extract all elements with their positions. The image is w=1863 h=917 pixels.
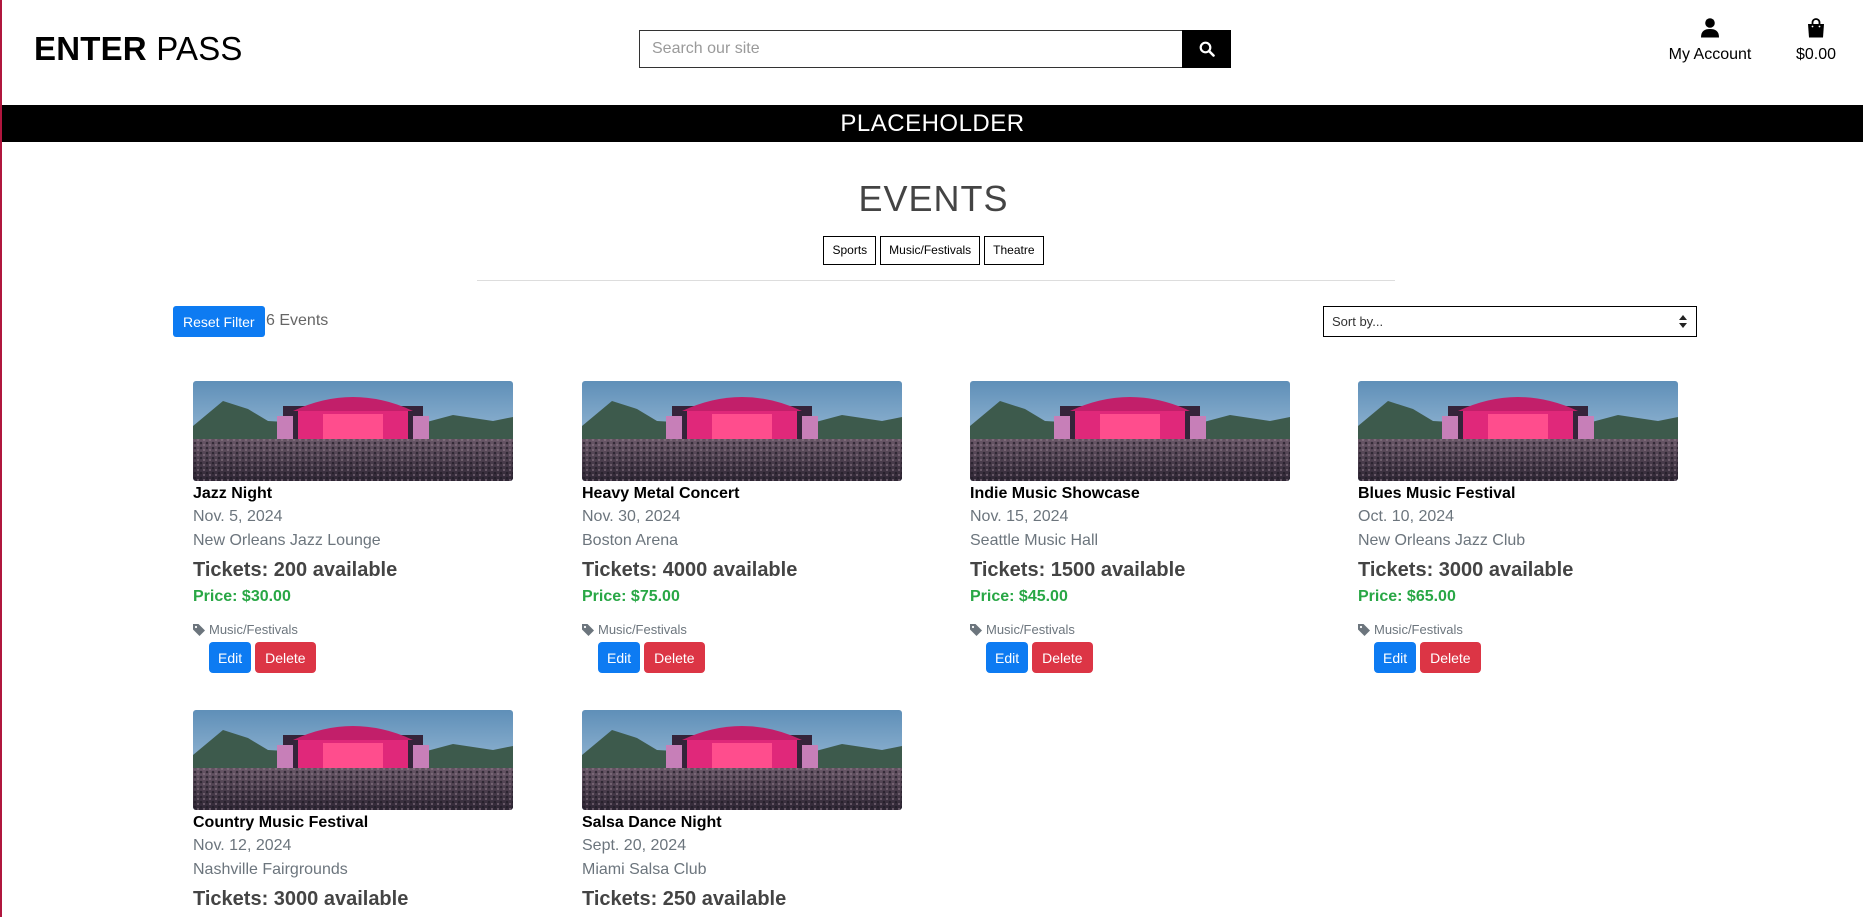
- event-category-label: Music/Festivals: [986, 622, 1075, 637]
- event-date: Nov. 15, 2024: [970, 508, 1069, 525]
- search-button[interactable]: [1182, 30, 1231, 68]
- event-name[interactable]: Indie Music Showcase: [970, 483, 1290, 505]
- event-category-label: Music/Festivals: [598, 622, 687, 637]
- event-tickets: Tickets: 250 available: [582, 888, 787, 910]
- event-tickets: Tickets: 4000 available: [582, 559, 798, 581]
- event-date: Nov. 30, 2024: [582, 508, 681, 525]
- search-bar: [639, 30, 1231, 68]
- tag-icon: [193, 624, 205, 636]
- category-filters: Sports Music/Festivals Theatre: [2, 236, 1863, 265]
- event-card: Salsa Dance Night Sept. 20, 2024 Miami S…: [582, 710, 902, 914]
- search-input[interactable]: [639, 30, 1182, 68]
- event-image[interactable]: [193, 710, 513, 810]
- sort-select-value: Sort by...: [1332, 314, 1384, 329]
- event-count: 6 Events: [266, 312, 329, 329]
- event-category-label: Music/Festivals: [209, 622, 298, 637]
- event-category[interactable]: Music/Festivals: [970, 622, 1290, 638]
- event-image[interactable]: [193, 381, 513, 481]
- user-icon: [1701, 18, 1719, 38]
- event-card: Country Music Festival Nov. 12, 2024 Nas…: [193, 710, 513, 914]
- event-actions: Edit Delete: [986, 642, 1290, 673]
- edit-button[interactable]: Edit: [1374, 642, 1417, 673]
- event-image[interactable]: [970, 381, 1290, 481]
- event-price: Price: $30.00: [193, 588, 291, 605]
- event-category-label: Music/Festivals: [1374, 622, 1463, 637]
- delete-button[interactable]: Delete: [644, 642, 705, 673]
- tag-icon: [1358, 624, 1370, 636]
- logo-light: PASS: [156, 30, 243, 67]
- shopping-bag-icon: [1808, 18, 1824, 38]
- delete-button[interactable]: Delete: [1032, 642, 1093, 673]
- event-venue: Nashville Fairgrounds: [193, 861, 348, 878]
- category-button-music-festivals[interactable]: Music/Festivals: [880, 236, 981, 265]
- event-tickets: Tickets: 1500 available: [970, 559, 1186, 581]
- event-name[interactable]: Salsa Dance Night: [582, 812, 902, 834]
- event-venue: New Orleans Jazz Lounge: [193, 532, 381, 549]
- cart-link[interactable]: $0.00: [1787, 18, 1845, 64]
- edit-button[interactable]: Edit: [986, 642, 1029, 673]
- event-price: Price: $75.00: [582, 588, 680, 605]
- event-card: Jazz Night Nov. 5, 2024 New Orleans Jazz…: [193, 381, 513, 673]
- event-price: Price: $45.00: [970, 588, 1068, 605]
- event-date: Oct. 10, 2024: [1358, 508, 1455, 525]
- event-venue: Boston Arena: [582, 532, 679, 549]
- event-price: Price: $65.00: [1358, 588, 1456, 605]
- event-date: Sept. 20, 2024: [582, 837, 687, 854]
- edit-button[interactable]: Edit: [209, 642, 252, 673]
- search-icon: [1199, 41, 1215, 57]
- event-card: Heavy Metal Concert Nov. 30, 2024 Boston…: [582, 381, 902, 673]
- event-actions: Edit Delete: [598, 642, 902, 673]
- sort-icon: [1679, 315, 1687, 328]
- event-name[interactable]: Blues Music Festival: [1358, 483, 1678, 505]
- event-image[interactable]: [1358, 381, 1678, 481]
- event-image[interactable]: [582, 710, 902, 810]
- event-venue: Seattle Music Hall: [970, 532, 1099, 549]
- event-category[interactable]: Music/Festivals: [193, 622, 513, 638]
- page-title: EVENTS: [858, 178, 1009, 219]
- event-category[interactable]: Music/Festivals: [582, 622, 902, 638]
- promo-banner: PLACEHOLDER: [2, 105, 1863, 142]
- event-category[interactable]: Music/Festivals: [1358, 622, 1678, 638]
- event-date: Nov. 5, 2024: [193, 508, 283, 525]
- tag-icon: [582, 624, 594, 636]
- event-name[interactable]: Country Music Festival: [193, 812, 513, 834]
- delete-button[interactable]: Delete: [255, 642, 316, 673]
- event-date: Nov. 12, 2024: [193, 837, 292, 854]
- event-actions: Edit Delete: [209, 642, 513, 673]
- event-venue: New Orleans Jazz Club: [1358, 532, 1526, 549]
- edit-button[interactable]: Edit: [598, 642, 641, 673]
- event-tickets: Tickets: 3000 available: [193, 888, 409, 910]
- category-button-sports[interactable]: Sports: [823, 236, 877, 265]
- event-actions: Edit Delete: [1374, 642, 1678, 673]
- category-button-theatre[interactable]: Theatre: [984, 236, 1044, 265]
- my-account-label: My Account: [1668, 46, 1752, 63]
- event-tickets: Tickets: 3000 available: [1358, 559, 1574, 581]
- tag-icon: [970, 624, 982, 636]
- event-tickets: Tickets: 200 available: [193, 559, 398, 581]
- event-card: Indie Music Showcase Nov. 15, 2024 Seatt…: [970, 381, 1290, 673]
- cart-total: $0.00: [1795, 46, 1837, 63]
- section-divider: [477, 280, 1395, 281]
- site-logo[interactable]: ENTER PASS: [34, 30, 243, 68]
- reset-filter-button[interactable]: Reset Filter: [173, 306, 265, 337]
- event-card: Blues Music Festival Oct. 10, 2024 New O…: [1358, 381, 1678, 673]
- event-image[interactable]: [582, 381, 902, 481]
- delete-button[interactable]: Delete: [1420, 642, 1481, 673]
- site-header: ENTER PASS My Account: [2, 0, 1863, 105]
- sort-select[interactable]: Sort by...: [1323, 306, 1697, 337]
- my-account-link[interactable]: My Account: [1665, 18, 1755, 64]
- event-venue: Miami Salsa Club: [582, 861, 707, 878]
- event-name[interactable]: Jazz Night: [193, 483, 513, 505]
- event-name[interactable]: Heavy Metal Concert: [582, 483, 902, 505]
- logo-bold: ENTER: [34, 30, 147, 67]
